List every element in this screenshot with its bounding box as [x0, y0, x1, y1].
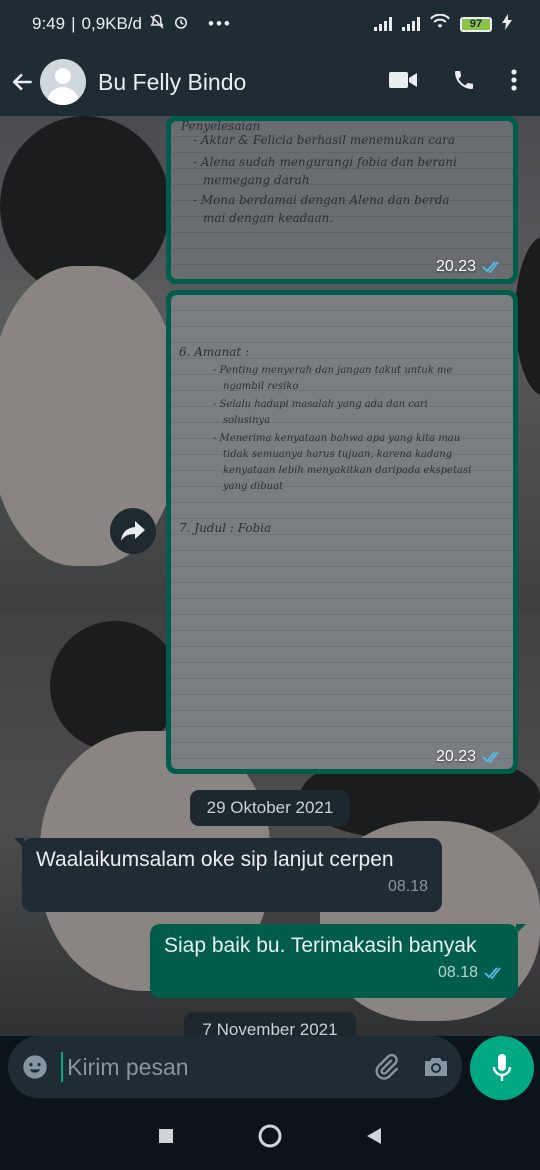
attach-icon	[375, 1053, 399, 1080]
message-input[interactable]	[61, 1052, 364, 1082]
menu-dots-icon	[511, 68, 517, 91]
network-speed: 0,9KB/d	[81, 14, 143, 33]
camera-icon	[425, 1058, 448, 1076]
back-arrow-icon	[12, 73, 32, 91]
handwritten-note-image[interactable]: 6. Amanat : - Penting menyerah dan janga…	[171, 295, 513, 769]
emoji-icon	[22, 1055, 47, 1079]
message-time: 20.23	[435, 258, 476, 275]
attach-button[interactable]	[363, 1053, 411, 1081]
message-time: 20.23	[435, 748, 476, 765]
home-icon	[258, 1124, 282, 1147]
mute-icon	[148, 13, 166, 36]
back-button[interactable]	[2, 69, 44, 95]
signal-icon	[374, 17, 392, 31]
status-time: 9:49	[32, 14, 66, 33]
handwriting-line: - Aktar & Felicia berhasil menemukan car…	[193, 133, 456, 147]
message-text: Siap baik bu. Terimakasih banyak	[164, 934, 477, 957]
back-icon	[367, 1127, 381, 1144]
chat-header: Bu Felly Bindo	[0, 48, 540, 116]
message-meta: 20.23	[436, 258, 502, 276]
handwriting-line: - Penting menyerah dan jangan takut untu…	[213, 365, 453, 376]
handwriting-line: memegang darah	[203, 173, 310, 187]
input-bar	[0, 1036, 540, 1106]
message-meta: 20.23	[436, 748, 502, 766]
chat-area[interactable]: Penyelesaian - Aktar & Felicia berhasil …	[0, 116, 540, 1036]
back-nav-button[interactable]	[365, 1126, 383, 1151]
handwriting-line: - Selalu hadapi masalah yang ada dan car…	[213, 399, 428, 410]
recent-apps-button[interactable]	[157, 1127, 175, 1150]
handwriting-line: solusinya	[223, 415, 271, 426]
incoming-message[interactable]: Waalaikumsalam oke sip lanjut cerpen 08.…	[14, 838, 442, 912]
message-time: 08.18	[387, 878, 428, 895]
more-dots-icon: •••	[208, 14, 232, 33]
handwriting-line: - Mona berdamai dengan Alena dan berda	[193, 193, 450, 207]
date-separator: 7 November 2021	[184, 1012, 356, 1036]
read-ticks-icon	[484, 967, 501, 979]
avatar[interactable]	[40, 59, 86, 105]
image-message[interactable]: Penyelesaian - Aktar & Felicia berhasil …	[166, 116, 518, 284]
voice-call-icon	[455, 70, 473, 89]
charging-icon	[502, 13, 512, 35]
handwriting-line: Penyelesaian	[181, 121, 261, 133]
mic-button[interactable]	[470, 1036, 534, 1100]
message-time: 08.18	[437, 964, 478, 981]
handwriting-line: mai dengan keadaan.	[203, 211, 334, 225]
handwriting-line: kenyataan lebih menyakitkan daripada eks…	[223, 465, 472, 476]
message-text: Waalaikumsalam oke sip lanjut cerpen	[36, 848, 394, 871]
outgoing-message[interactable]: Siap baik bu. Terimakasih banyak 08.18	[150, 924, 526, 998]
system-nav-bar	[0, 1106, 540, 1170]
handwriting-line: yang dibuat	[223, 481, 284, 492]
video-call-icon	[389, 71, 417, 88]
handwriting-line: - Alena sudah mengurangi fobia dan beran…	[193, 155, 457, 169]
contact-name[interactable]: Bu Felly Bindo	[98, 69, 388, 96]
composer	[8, 1036, 462, 1098]
camera-button[interactable]	[411, 1055, 462, 1079]
battery-icon: 97	[460, 16, 492, 32]
date-separator: 29 Oktober 2021	[190, 790, 350, 826]
image-message[interactable]: 6. Amanat : - Penting menyerah dan janga…	[166, 290, 518, 774]
forward-button[interactable]	[110, 508, 156, 554]
handwriting-line: - Menerima kenyataan bahwa apa yang kita…	[213, 433, 461, 444]
mic-icon	[492, 1054, 512, 1081]
recent-apps-icon	[159, 1128, 173, 1143]
forward-icon	[121, 521, 145, 541]
handwriting-line: ngambil resiko	[223, 381, 299, 392]
handwritten-note-image[interactable]: Penyelesaian - Aktar & Felicia berhasil …	[171, 121, 513, 279]
menu-button[interactable]	[510, 68, 518, 97]
read-ticks-icon	[482, 261, 499, 273]
voice-call-button[interactable]	[452, 68, 476, 97]
signal-icon	[402, 17, 420, 31]
alarm-icon	[172, 13, 190, 36]
home-button[interactable]	[257, 1123, 283, 1154]
read-ticks-icon	[482, 751, 499, 763]
video-call-button[interactable]	[388, 69, 418, 96]
emoji-button[interactable]	[8, 1053, 61, 1081]
handwriting-line: 6. Amanat :	[179, 345, 250, 359]
status-bar: 9:49 | 0,9KB/d ••• 97	[0, 0, 540, 48]
wifi-icon	[430, 13, 450, 35]
handwriting-line: tidak semuanya harus tujuan, karena kada…	[223, 449, 453, 460]
handwriting-line: 7. Judul : Fobia	[179, 521, 272, 535]
